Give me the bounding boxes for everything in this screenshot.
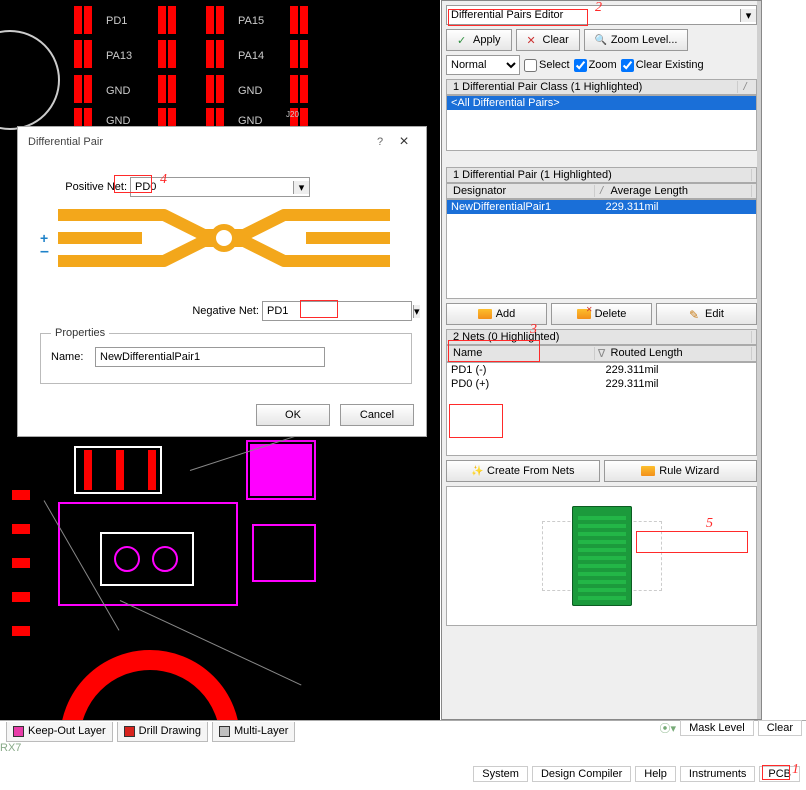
layer-tab-keepout[interactable]: Keep-Out Layer <box>6 722 113 742</box>
swatch-icon <box>124 726 135 737</box>
help-icon[interactable]: ? <box>368 127 392 157</box>
add-icon <box>478 309 492 319</box>
pcb-label: PA13 <box>106 50 132 62</box>
pair-name-input[interactable] <box>95 347 325 367</box>
chevron-down-icon[interactable]: ▾ <box>413 305 420 318</box>
panel-mode-value[interactable] <box>447 6 740 24</box>
pcb-label: J20 <box>286 110 299 119</box>
pcb-label: GND <box>106 85 130 97</box>
dialog-title-text: Differential Pair <box>28 127 368 157</box>
swatch-icon <box>219 726 230 737</box>
pair-list-columns[interactable]: Designator / Average Length <box>446 183 757 199</box>
net-row[interactable]: PD0 (+) 229.311mil <box>447 377 756 391</box>
panel-resize-handle[interactable] <box>757 1 761 719</box>
add-button[interactable]: Add <box>446 303 547 325</box>
layer-tab-drill[interactable]: Drill Drawing <box>117 722 208 742</box>
class-row[interactable]: <All Differential Pairs> <box>447 96 756 110</box>
delete-icon <box>577 309 591 319</box>
status-help[interactable]: Help <box>635 766 676 782</box>
check-icon <box>457 34 469 46</box>
rule-wizard-button[interactable]: Rule Wizard <box>604 460 758 482</box>
delete-button[interactable]: Delete <box>551 303 652 325</box>
apply-button[interactable]: Apply <box>446 29 512 51</box>
edit-button[interactable]: Edit <box>656 303 757 325</box>
pcb-label: PA15 <box>238 15 264 27</box>
pcb-label: PA14 <box>238 50 264 62</box>
preview-pane[interactable] <box>446 486 757 626</box>
positive-net-input[interactable] <box>131 178 293 196</box>
status-pcb[interactable]: PCB <box>759 766 800 782</box>
properties-legend: Properties <box>51 327 109 339</box>
differential-pair-dialog: Differential Pair ? × Positive Net: ▾ + <box>17 126 427 437</box>
class-list[interactable]: <All Differential Pairs> <box>446 95 757 151</box>
pcb-label: PD1 <box>106 15 127 27</box>
select-checkbox[interactable]: Select <box>524 59 570 72</box>
ok-button[interactable]: OK <box>256 404 330 426</box>
clear-existing-checkbox[interactable]: Clear Existing <box>621 59 704 72</box>
dialog-titlebar[interactable]: Differential Pair ? × <box>18 127 426 157</box>
mask-level-button[interactable]: Mask Level <box>680 720 754 736</box>
positive-net-combo[interactable]: ▾ <box>130 177 310 197</box>
display-mode-select[interactable]: Normal <box>446 55 520 75</box>
edit-icon <box>689 308 701 320</box>
swatch-icon <box>13 726 24 737</box>
positive-net-label: Positive Net: <box>40 181 130 193</box>
x-icon <box>527 34 539 46</box>
class-list-header: 1 Differential Pair Class (1 Highlighted… <box>446 79 757 95</box>
close-icon[interactable]: × <box>392 127 416 157</box>
minus-icon: – <box>40 243 49 260</box>
snap-menu-icon[interactable]: ⦿▾ <box>660 720 677 736</box>
create-from-nets-button[interactable]: Create From Nets <box>446 460 600 482</box>
net-row[interactable]: PD1 (-) 229.311mil <box>447 363 756 377</box>
chevron-down-icon[interactable]: ▾ <box>293 181 309 194</box>
status-bar: System Design Compiler Help Instruments … <box>473 766 800 782</box>
pcb-panel: ▾ Apply Clear Zoom Level... Normal Selec… <box>441 0 762 720</box>
properties-fieldset: Properties Name: <box>40 327 412 384</box>
nets-list-columns[interactable]: Name ∇ Routed Length <box>446 345 757 362</box>
magnifier-icon <box>595 34 607 46</box>
status-system[interactable]: System <box>473 766 528 782</box>
layer-tab-multi[interactable]: Multi-Layer <box>212 722 295 742</box>
sparkle-icon <box>471 465 483 477</box>
sort-desc-icon[interactable]: ∇ <box>595 347 609 360</box>
nets-list-title: 2 Nets (0 Highlighted) <box>446 329 757 345</box>
pair-list[interactable]: NewDifferentialPair1 229.311mil <box>446 199 757 299</box>
panel-mode-selector[interactable]: ▾ <box>446 5 757 25</box>
nets-list[interactable]: PD1 (-) 229.311mil PD0 (+) 229.311mil <box>446 362 757 456</box>
diffpair-graphic: + – <box>40 203 412 291</box>
pair-list-title: 1 Differential Pair (1 Highlighted) <box>446 167 757 183</box>
pcb-label: GND <box>238 85 262 97</box>
zoom-level-button[interactable]: Zoom Level... <box>584 29 689 51</box>
negative-net-input[interactable] <box>263 302 413 320</box>
wizard-icon <box>641 466 655 476</box>
pcb-thumbnail-icon <box>572 506 632 606</box>
clear-mask-button[interactable]: Clear <box>758 720 802 736</box>
negative-net-label: Negative Net: <box>192 305 262 317</box>
pcb-label: RX7 <box>0 742 21 754</box>
cancel-button[interactable]: Cancel <box>340 404 414 426</box>
status-design-compiler[interactable]: Design Compiler <box>532 766 631 782</box>
negative-net-combo[interactable]: ▾ <box>262 301 412 321</box>
status-instruments[interactable]: Instruments <box>680 766 755 782</box>
name-label: Name: <box>51 351 95 363</box>
pair-row[interactable]: NewDifferentialPair1 229.311mil <box>447 200 756 214</box>
clear-button[interactable]: Clear <box>516 29 580 51</box>
chevron-down-icon[interactable]: ▾ <box>740 9 756 22</box>
zoom-checkbox[interactable]: Zoom <box>574 59 617 72</box>
